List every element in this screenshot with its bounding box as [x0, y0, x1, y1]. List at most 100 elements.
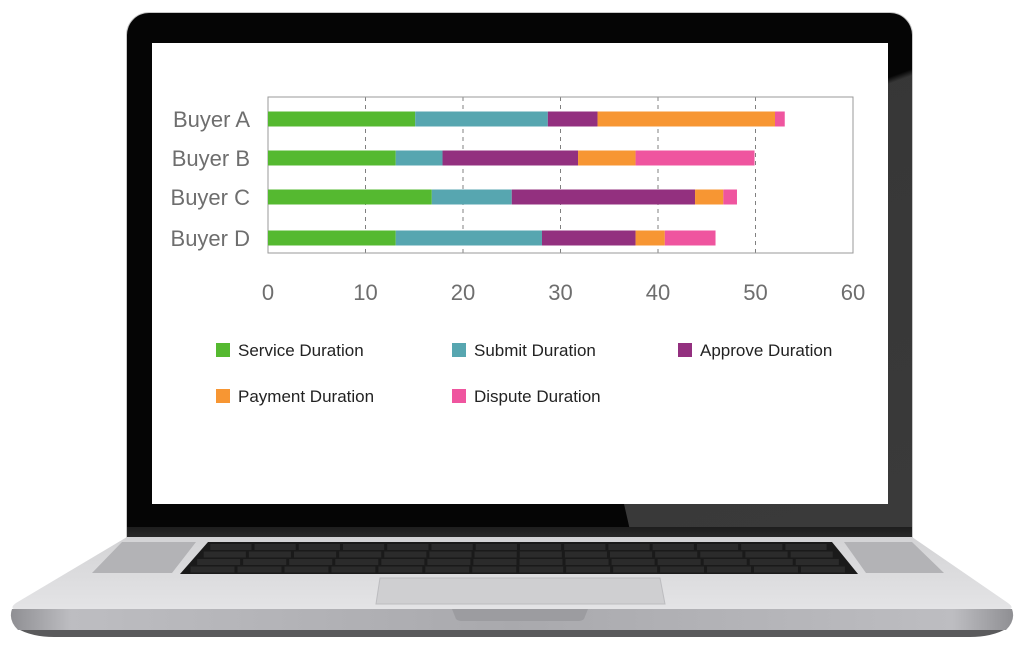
key — [785, 544, 827, 550]
bar-group-buyer-c — [268, 189, 737, 205]
bar-segment-dispute-duration[interactable] — [775, 111, 785, 127]
key — [473, 559, 517, 565]
bar-segment-dispute-duration[interactable] — [723, 189, 737, 205]
bar-segment-payment-duration[interactable] — [597, 111, 775, 127]
key — [745, 551, 788, 558]
key — [475, 544, 517, 550]
x-tick-label: 0 — [262, 280, 274, 305]
bar-segment-payment-duration[interactable] — [635, 230, 665, 246]
bar-segment-submit-duration[interactable] — [431, 189, 512, 205]
bar-segment-service-duration[interactable] — [268, 189, 432, 205]
legend-label: Service Duration — [238, 341, 364, 360]
key — [237, 566, 282, 573]
key — [289, 559, 333, 565]
bar-segment-submit-duration[interactable] — [415, 111, 548, 127]
key — [384, 551, 427, 558]
legend-item[interactable]: Dispute Duration — [452, 387, 601, 406]
bar-segment-service-duration[interactable] — [268, 230, 396, 246]
bar-segment-approve-duration[interactable] — [511, 189, 696, 205]
key — [519, 566, 564, 573]
key — [429, 551, 472, 558]
key — [608, 544, 650, 550]
key — [696, 544, 739, 550]
key — [387, 544, 429, 550]
key — [652, 544, 694, 550]
legend-swatch — [452, 389, 466, 403]
x-tick-label: 50 — [743, 280, 767, 305]
key — [754, 566, 798, 573]
key — [657, 559, 701, 565]
legend-label: Payment Duration — [238, 387, 374, 406]
key — [425, 566, 470, 573]
legend-swatch — [216, 389, 230, 403]
bar-segment-payment-duration[interactable] — [578, 150, 636, 166]
legend-item[interactable]: Service Duration — [216, 341, 364, 360]
y-tick-label: Buyer B — [172, 146, 250, 171]
legend-item[interactable]: Approve Duration — [678, 341, 832, 360]
key — [197, 559, 241, 565]
key — [795, 559, 839, 565]
front-shadow — [20, 630, 1004, 637]
bar-group-buyer-a — [268, 111, 785, 127]
screen: Buyer A Buyer B Buyer C Buyer D 0 10 20 30 40 50… — [152, 43, 888, 504]
key — [564, 551, 607, 558]
key — [749, 559, 793, 565]
legend-item[interactable]: Payment Duration — [216, 387, 374, 406]
key — [707, 566, 751, 573]
lid-notch — [452, 609, 588, 621]
x-tick-label: 10 — [353, 280, 377, 305]
bar-segment-approve-duration[interactable] — [547, 111, 598, 127]
legend-swatch — [452, 343, 466, 357]
x-tick-label: 40 — [646, 280, 670, 305]
key — [566, 566, 611, 573]
key — [381, 559, 425, 565]
key — [248, 551, 291, 558]
key — [378, 566, 423, 573]
key — [609, 551, 653, 558]
legend-swatch — [216, 343, 230, 357]
bar-segment-dispute-duration[interactable] — [664, 230, 716, 246]
y-tick-label: Buyer D — [171, 226, 250, 251]
legend-item[interactable]: Submit Duration — [452, 341, 596, 360]
bar-segment-submit-duration[interactable] — [395, 150, 443, 166]
key — [254, 544, 296, 550]
key — [790, 551, 833, 558]
key — [472, 566, 517, 573]
key — [565, 559, 609, 565]
key — [243, 559, 287, 565]
legend-swatch — [678, 343, 692, 357]
bar-segment-approve-duration[interactable] — [442, 150, 579, 166]
trackpad[interactable] — [375, 577, 666, 605]
key — [342, 544, 385, 550]
key — [293, 551, 337, 558]
x-axis-tick-labels: 0 10 20 30 40 50 60 — [262, 280, 865, 305]
key — [339, 551, 382, 558]
key — [613, 566, 658, 573]
bar-segment-payment-duration[interactable] — [695, 189, 724, 205]
legend: Service Duration Submit Duration Approve D… — [216, 341, 832, 406]
key — [741, 544, 783, 550]
legend-label: Submit Duration — [474, 341, 596, 360]
key — [284, 566, 329, 573]
bar-group-buyer-b — [268, 150, 755, 166]
x-tick-label: 20 — [451, 280, 475, 305]
bar-segment-service-duration[interactable] — [268, 150, 396, 166]
x-tick-label: 60 — [841, 280, 865, 305]
key — [519, 559, 563, 565]
y-tick-label: Buyer C — [171, 185, 251, 210]
bar-segment-service-duration[interactable] — [268, 111, 416, 127]
y-axis-labels: Buyer A Buyer B Buyer C Buyer D — [171, 107, 251, 251]
bar-segment-submit-duration[interactable] — [395, 230, 542, 246]
key — [335, 559, 379, 565]
laptop-device: Buyer A Buyer B Buyer C Buyer D 0 10 20 30 40 50… — [0, 0, 1024, 658]
key — [203, 551, 246, 558]
y-tick-label: Buyer A — [173, 107, 250, 132]
bar-segment-dispute-duration[interactable] — [635, 150, 755, 166]
legend-label: Approve Duration — [700, 341, 832, 360]
key — [474, 551, 517, 558]
bar-segment-approve-duration[interactable] — [541, 230, 636, 246]
key — [660, 566, 705, 573]
key — [427, 559, 471, 565]
key — [190, 566, 235, 573]
bars — [268, 111, 785, 246]
